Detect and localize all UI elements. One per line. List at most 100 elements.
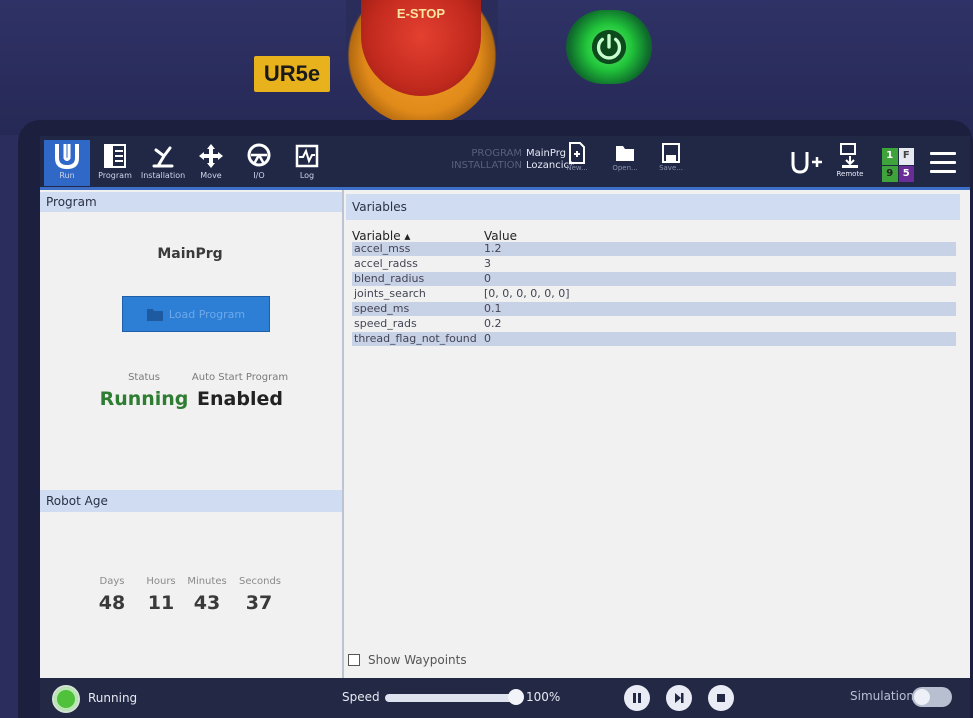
hours-value: 11 [147,592,175,614]
estop-label: E-STOP [396,6,446,21]
variable-name: joints_search [354,287,426,300]
program-installation-info: PROGRAM MainPrg INSTALLATION Lozancic* [440,148,574,172]
io-icon [247,143,271,167]
tab-installation[interactable]: Installation [140,140,186,186]
variable-value: 0 [484,332,491,345]
footer-bar: Running Speed 100% Simulation [40,678,970,718]
variable-name: thread_flag_not_found [354,332,477,345]
table-row[interactable]: speed_ms 0.1 [352,302,956,316]
speed-value: 100% [526,690,561,704]
tab-program-label: Program [98,171,132,180]
variables-table-header: Variable ▴ Value [352,229,517,243]
remote-button[interactable]: Remote [833,142,867,186]
speed-slider-handle[interactable] [508,689,524,705]
model-label: UR5e [254,56,330,92]
variable-value: 3 [484,257,491,270]
show-waypoints-label: Show Waypoints [368,653,467,667]
variable-column-header[interactable]: Variable ▴ [352,229,410,243]
hours-label: Hours [146,576,176,587]
variable-name: blend_radius [354,272,425,285]
power-icon [591,29,627,65]
folder-icon [146,308,163,321]
tab-installation-label: Installation [140,171,186,180]
variables-panel-title: Variables [346,194,960,220]
autostart-label: Auto Start Program [191,372,289,383]
table-row[interactable]: accel_radss 3 [352,257,956,271]
variable-value: [0, 0, 0, 0, 0, 0] [484,287,570,300]
stop-button[interactable] [708,685,734,711]
days-label: Days [99,576,125,587]
counter-cell-2: F [898,148,914,165]
move-icon [199,144,223,168]
installation-icon [152,146,174,168]
load-program-label: Load Program [168,307,246,321]
speed-slider[interactable] [385,694,515,702]
step-button[interactable] [666,685,692,711]
days-value: 48 [98,592,126,614]
runtime-counter: 1 F 9 5 [882,148,914,182]
tab-program[interactable]: Program [92,140,138,186]
table-row[interactable]: accel_mss 1.2 [352,242,956,256]
save-button[interactable]: Save... [654,142,688,186]
step-icon [675,693,684,703]
power-status-indicator[interactable] [52,685,80,713]
tab-io-label: I/O [253,171,265,180]
pause-icon [633,693,641,703]
simulation-toggle[interactable] [912,687,952,707]
counter-cell-3: 9 [882,165,898,182]
status-label: Status [128,372,160,383]
robot-status-text: Running [88,691,138,705]
new-file-icon [569,142,585,164]
save-label: Save... [659,164,683,172]
program-panel-title: Program [40,192,342,212]
table-row[interactable]: joints_search [0, 0, 0, 0, 0, 0] [352,287,956,301]
tab-run[interactable]: Run [44,140,90,186]
table-row[interactable]: thread_flag_not_found 0 [352,332,956,346]
seconds-value: 37 [245,592,273,614]
variable-value: 1.2 [484,242,502,255]
folder-icon [616,146,634,161]
robot-age-title: Robot Age [40,490,342,512]
ur-logo-icon [55,144,79,170]
power-button[interactable] [566,10,652,84]
counter-cell-1: 1 [882,148,898,165]
minutes-label: Minutes [187,576,227,587]
variable-value: 0.2 [484,317,502,330]
value-column-header: Value [484,229,517,243]
tab-io[interactable]: I/O [236,140,282,186]
tab-log-label: Log [299,171,315,180]
stop-icon [717,694,725,702]
program-icon [104,144,126,168]
polyscope-screen: Run Program Installation Move I/O Log PR… [40,136,970,718]
save-icon [662,143,680,163]
open-label: Open... [612,164,638,172]
open-button[interactable]: Open... [608,142,642,186]
table-row[interactable]: speed_rads 0.2 [352,317,956,331]
tab-log[interactable]: Log [284,140,330,186]
menu-icon[interactable] [930,152,956,174]
new-label: New... [566,164,588,172]
panel-divider [342,190,344,680]
installation-key: INSTALLATION [451,160,522,171]
autostart-value: Enabled [197,388,283,410]
counter-cell-4: 5 [898,165,914,182]
tab-move-label: Move [200,171,222,180]
tab-move[interactable]: Move [188,140,234,186]
remote-icon [840,143,858,168]
variable-name: accel_radss [354,257,418,270]
load-program-button[interactable]: Load Program [122,296,270,332]
urplus-icon[interactable] [790,150,824,176]
show-waypoints-option[interactable]: Show Waypoints [348,653,467,667]
remote-label: Remote [836,170,864,178]
show-waypoints-checkbox[interactable] [348,654,360,666]
seconds-label: Seconds [239,576,282,587]
table-row[interactable]: blend_radius 0 [352,272,956,286]
status-value: Running [99,388,189,410]
variable-name: speed_ms [354,302,410,315]
top-bar: Run Program Installation Move I/O Log PR… [40,136,970,190]
new-button[interactable]: New... [560,142,594,186]
simulation-label: Simulation [850,689,914,703]
variable-value: 0 [484,272,491,285]
minutes-value: 43 [193,592,221,614]
pause-button[interactable] [624,685,650,711]
